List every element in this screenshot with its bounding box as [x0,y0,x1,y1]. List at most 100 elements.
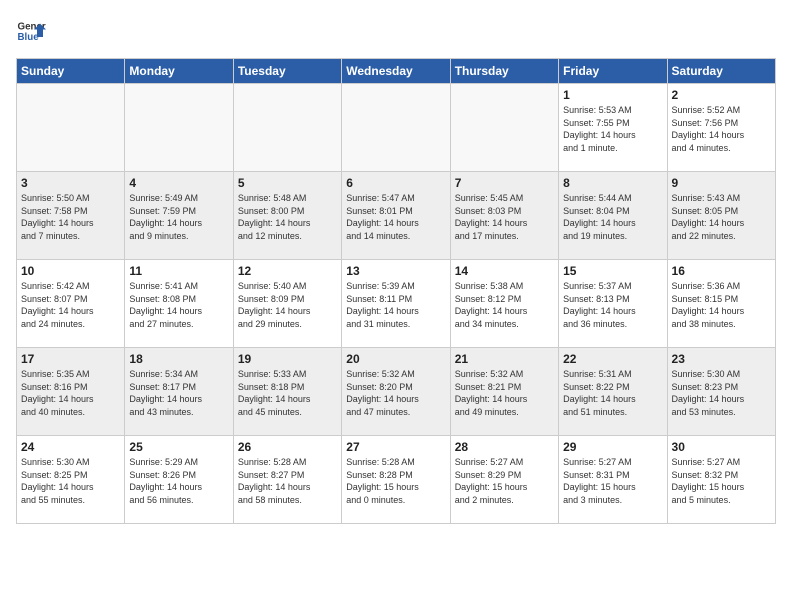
day-info: Sunrise: 5:50 AM Sunset: 7:58 PM Dayligh… [21,192,120,242]
calendar-cell: 18 Sunrise: 5:34 AM Sunset: 8:17 PM Dayli… [125,348,233,436]
day-info: Sunrise: 5:27 AM Sunset: 8:32 PM Dayligh… [672,456,771,506]
day-number: 3 [21,176,120,190]
calendar-cell: 10Sunrise: 5:42 AM Sunset: 8:07 PM Dayli… [17,260,125,348]
day-number: 14 [455,264,554,278]
weekday-header-wednesday: Wednesday [342,59,450,84]
day-number: 4 [129,176,228,190]
day-number: 16 [672,264,771,278]
day-number: 9 [672,176,771,190]
day-number: 22 [563,352,662,366]
day-number: 23 [672,352,771,366]
day-number: 13 [346,264,445,278]
calendar-cell: 25 Sunrise: 5:29 AM Sunset: 8:26 PM Dayli… [125,436,233,524]
calendar-cell: 12 Sunrise: 5:40 AM Sunset: 8:09 PM Dayli… [233,260,341,348]
day-number: 27 [346,440,445,454]
day-info: Sunrise: 5:44 AM Sunset: 8:04 PM Dayligh… [563,192,662,242]
day-info: Sunrise: 5:30 AM Sunset: 8:25 PM Dayligh… [21,456,120,506]
calendar-cell [450,84,558,172]
weekday-header-friday: Friday [559,59,667,84]
calendar-cell: 23 Sunrise: 5:30 AM Sunset: 8:23 PM Dayli… [667,348,775,436]
day-info: Sunrise: 5:27 AM Sunset: 8:29 PM Dayligh… [455,456,554,506]
day-info: Sunrise: 5:35 AM Sunset: 8:16 PM Dayligh… [21,368,120,418]
calendar-cell [17,84,125,172]
day-number: 1 [563,88,662,102]
calendar-cell: 8 Sunrise: 5:44 AM Sunset: 8:04 PM Daylig… [559,172,667,260]
calendar-week-row: 3 Sunrise: 5:50 AM Sunset: 7:58 PM Daylig… [17,172,776,260]
day-number: 28 [455,440,554,454]
day-info: Sunrise: 5:32 AM Sunset: 8:20 PM Dayligh… [346,368,445,418]
day-number: 30 [672,440,771,454]
calendar-cell: 26 Sunrise: 5:28 AM Sunset: 8:27 PM Dayli… [233,436,341,524]
calendar-cell: 30 Sunrise: 5:27 AM Sunset: 8:32 PM Dayli… [667,436,775,524]
calendar-cell: 28 Sunrise: 5:27 AM Sunset: 8:29 PM Dayli… [450,436,558,524]
svg-text:Blue: Blue [18,32,40,43]
calendar-week-row: 17 Sunrise: 5:35 AM Sunset: 8:16 PM Dayli… [17,348,776,436]
day-number: 11 [129,264,228,278]
calendar-week-row: 10Sunrise: 5:42 AM Sunset: 8:07 PM Dayli… [17,260,776,348]
day-info: Sunrise: 5:48 AM Sunset: 8:00 PM Dayligh… [238,192,337,242]
day-number: 6 [346,176,445,190]
day-info: Sunrise: 5:32 AM Sunset: 8:21 PM Dayligh… [455,368,554,418]
day-info: Sunrise: 5:36 AM Sunset: 8:15 PM Dayligh… [672,280,771,330]
calendar-cell: 5 Sunrise: 5:48 AM Sunset: 8:00 PM Daylig… [233,172,341,260]
weekday-header-saturday: Saturday [667,59,775,84]
day-info: Sunrise: 5:31 AM Sunset: 8:22 PM Dayligh… [563,368,662,418]
day-info: Sunrise: 5:39 AM Sunset: 8:11 PM Dayligh… [346,280,445,330]
day-info: Sunrise: 5:30 AM Sunset: 8:23 PM Dayligh… [672,368,771,418]
calendar-cell [342,84,450,172]
day-info: Sunrise: 5:28 AM Sunset: 8:27 PM Dayligh… [238,456,337,506]
day-info: Sunrise: 5:29 AM Sunset: 8:26 PM Dayligh… [129,456,228,506]
calendar-cell: 4Sunrise: 5:49 AM Sunset: 7:59 PM Daylig… [125,172,233,260]
calendar-cell: 22 Sunrise: 5:31 AM Sunset: 8:22 PM Dayli… [559,348,667,436]
day-info: Sunrise: 5:41 AM Sunset: 8:08 PM Dayligh… [129,280,228,330]
logo: General Blue [16,16,54,46]
weekday-header-sunday: Sunday [17,59,125,84]
day-number: 17 [21,352,120,366]
day-info: Sunrise: 5:42 AM Sunset: 8:07 PM Dayligh… [21,280,120,330]
day-info: Sunrise: 5:33 AM Sunset: 8:18 PM Dayligh… [238,368,337,418]
day-number: 8 [563,176,662,190]
day-number: 25 [129,440,228,454]
day-info: Sunrise: 5:52 AM Sunset: 7:56 PM Dayligh… [672,104,771,154]
day-number: 12 [238,264,337,278]
day-number: 29 [563,440,662,454]
day-number: 2 [672,88,771,102]
calendar-cell: 3 Sunrise: 5:50 AM Sunset: 7:58 PM Daylig… [17,172,125,260]
day-number: 15 [563,264,662,278]
calendar-cell: 13 Sunrise: 5:39 AM Sunset: 8:11 PM Dayli… [342,260,450,348]
day-info: Sunrise: 5:43 AM Sunset: 8:05 PM Dayligh… [672,192,771,242]
calendar-cell: 7Sunrise: 5:45 AM Sunset: 8:03 PM Daylig… [450,172,558,260]
calendar-cell: 29Sunrise: 5:27 AM Sunset: 8:31 PM Dayli… [559,436,667,524]
calendar-cell: 1 Sunrise: 5:53 AM Sunset: 7:55 PM Daylig… [559,84,667,172]
weekday-header-thursday: Thursday [450,59,558,84]
calendar-cell: 16 Sunrise: 5:36 AM Sunset: 8:15 PM Dayli… [667,260,775,348]
weekday-header-monday: Monday [125,59,233,84]
calendar-cell: 9 Sunrise: 5:43 AM Sunset: 8:05 PM Daylig… [667,172,775,260]
calendar-cell: 11 Sunrise: 5:41 AM Sunset: 8:08 PM Dayli… [125,260,233,348]
day-info: Sunrise: 5:40 AM Sunset: 8:09 PM Dayligh… [238,280,337,330]
day-number: 24 [21,440,120,454]
day-info: Sunrise: 5:53 AM Sunset: 7:55 PM Dayligh… [563,104,662,154]
calendar-cell: 20Sunrise: 5:32 AM Sunset: 8:20 PM Dayli… [342,348,450,436]
calendar-cell: 24 Sunrise: 5:30 AM Sunset: 8:25 PM Dayli… [17,436,125,524]
calendar-cell: 6 Sunrise: 5:47 AM Sunset: 8:01 PM Daylig… [342,172,450,260]
page-header: General Blue [16,16,776,46]
calendar-cell: 19 Sunrise: 5:33 AM Sunset: 8:18 PM Dayli… [233,348,341,436]
weekday-header-tuesday: Tuesday [233,59,341,84]
calendar-cell: 15 Sunrise: 5:37 AM Sunset: 8:13 PM Dayli… [559,260,667,348]
day-info: Sunrise: 5:47 AM Sunset: 8:01 PM Dayligh… [346,192,445,242]
day-number: 21 [455,352,554,366]
day-number: 5 [238,176,337,190]
day-info: Sunrise: 5:34 AM Sunset: 8:17 PM Dayligh… [129,368,228,418]
calendar-cell: 14Sunrise: 5:38 AM Sunset: 8:12 PM Dayli… [450,260,558,348]
day-info: Sunrise: 5:28 AM Sunset: 8:28 PM Dayligh… [346,456,445,506]
day-number: 7 [455,176,554,190]
day-info: Sunrise: 5:37 AM Sunset: 8:13 PM Dayligh… [563,280,662,330]
day-number: 19 [238,352,337,366]
calendar-week-row: 24 Sunrise: 5:30 AM Sunset: 8:25 PM Dayli… [17,436,776,524]
calendar-cell: 17 Sunrise: 5:35 AM Sunset: 8:16 PM Dayli… [17,348,125,436]
calendar-cell: 27 Sunrise: 5:28 AM Sunset: 8:28 PM Dayli… [342,436,450,524]
day-number: 26 [238,440,337,454]
day-number: 18 [129,352,228,366]
calendar-week-row: 1 Sunrise: 5:53 AM Sunset: 7:55 PM Daylig… [17,84,776,172]
